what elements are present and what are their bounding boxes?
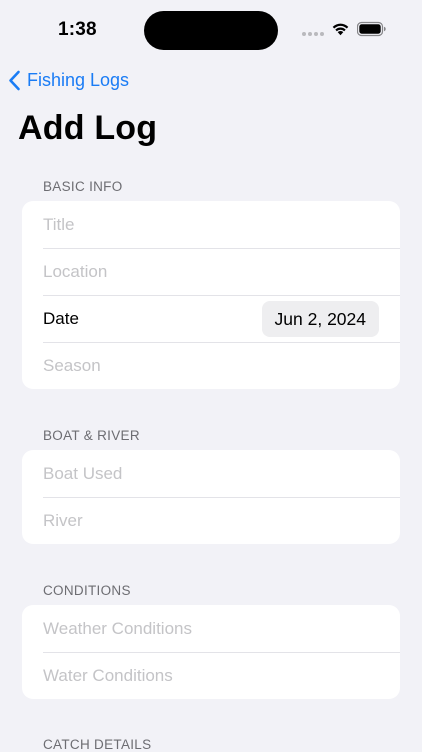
cellular-dots-icon xyxy=(302,32,324,36)
river-row xyxy=(22,497,400,544)
river-field[interactable] xyxy=(43,510,373,531)
status-time: 1:38 xyxy=(58,19,97,40)
back-button[interactable]: Fishing Logs xyxy=(8,66,129,94)
boat-river-card xyxy=(22,450,400,544)
basic-info-card: Date Jun 2, 2024 xyxy=(22,201,400,389)
weather-row xyxy=(22,605,400,652)
boat-row xyxy=(22,450,400,497)
wifi-icon xyxy=(332,23,349,36)
section-header-boat-river: BOAT & RIVER xyxy=(43,428,140,443)
boat-used-field[interactable] xyxy=(43,463,373,484)
section-header-basic-info: BASIC INFO xyxy=(43,179,123,194)
dynamic-island xyxy=(144,11,278,50)
battery-icon xyxy=(357,21,386,37)
back-button-label: Fishing Logs xyxy=(27,69,130,90)
date-label: Date xyxy=(43,308,79,328)
location-field[interactable] xyxy=(43,261,373,282)
title-field[interactable] xyxy=(43,214,373,235)
title-row xyxy=(22,201,400,248)
water-row xyxy=(22,652,400,699)
chevron-left-icon xyxy=(9,70,20,90)
section-header-conditions: CONDITIONS xyxy=(43,583,131,598)
weather-conditions-field[interactable] xyxy=(43,618,373,639)
status-bar: 1:38 xyxy=(0,0,422,60)
location-row xyxy=(22,248,400,295)
date-row: Date Jun 2, 2024 xyxy=(22,295,400,342)
page-title: Add Log xyxy=(18,109,158,147)
date-picker-button[interactable]: Jun 2, 2024 xyxy=(261,301,379,337)
season-field[interactable] xyxy=(43,355,373,376)
conditions-card xyxy=(22,605,400,699)
season-row xyxy=(22,342,400,389)
water-conditions-field[interactable] xyxy=(43,665,373,686)
